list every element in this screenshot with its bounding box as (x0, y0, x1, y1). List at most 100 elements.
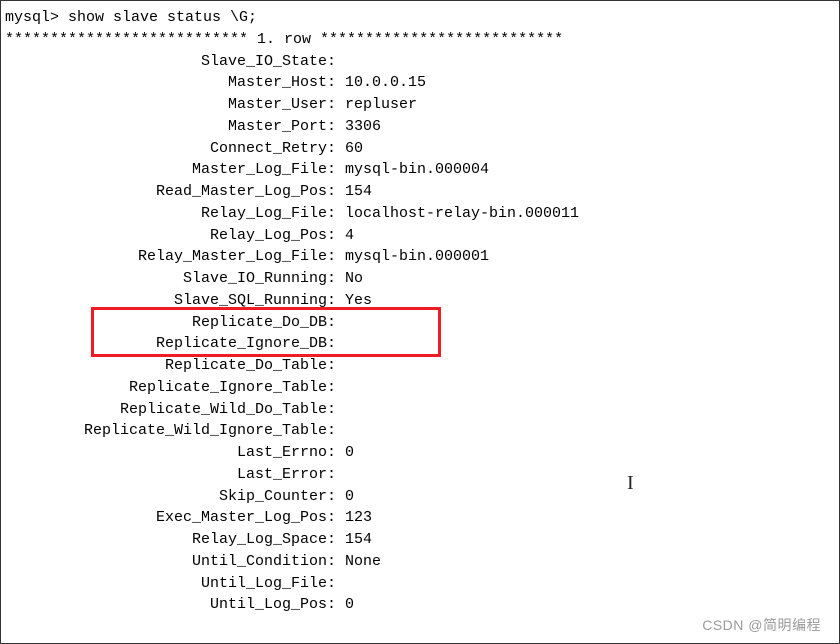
field-row: Relay_Master_Log_File: mysql-bin.000001 (1, 246, 839, 268)
field-separator: : (327, 507, 345, 529)
field-row: Skip_Counter: 0 (1, 486, 839, 508)
field-separator: : (327, 529, 345, 551)
field-separator: : (327, 355, 345, 377)
field-row: Slave_IO_State: (1, 51, 839, 73)
field-value: 154 (345, 529, 839, 551)
watermark: CSDN @简明编程 (702, 615, 821, 635)
field-value: 0 (345, 594, 839, 616)
field-separator: : (327, 181, 345, 203)
field-key: Skip_Counter (5, 486, 327, 508)
field-row: Master_Port: 3306 (1, 116, 839, 138)
field-value: 10.0.0.15 (345, 72, 839, 94)
field-key: Master_Port (5, 116, 327, 138)
field-key: Until_Log_Pos (5, 594, 327, 616)
field-key: Replicate_Wild_Ignore_Table (5, 420, 327, 442)
field-separator: : (327, 377, 345, 399)
field-row: Read_Master_Log_Pos: 154 (1, 181, 839, 203)
terminal-prompt: mysql> show slave status \G; (1, 7, 839, 29)
field-value (345, 573, 839, 595)
field-value: 0 (345, 442, 839, 464)
field-value: None (345, 551, 839, 573)
field-separator: : (327, 486, 345, 508)
field-separator: : (327, 464, 345, 486)
field-value: 4 (345, 225, 839, 247)
field-row: Relay_Log_Pos: 4 (1, 225, 839, 247)
field-row: Replicate_Wild_Do_Table: (1, 399, 839, 421)
field-separator: : (327, 51, 345, 73)
field-row: Until_Log_File: (1, 573, 839, 595)
row-header: *************************** 1. row *****… (1, 29, 839, 51)
field-row: Exec_Master_Log_Pos: 123 (1, 507, 839, 529)
field-key: Until_Condition (5, 551, 327, 573)
field-value: No (345, 268, 839, 290)
field-separator: : (327, 290, 345, 312)
field-separator: : (327, 225, 345, 247)
field-value: 60 (345, 138, 839, 160)
field-row: Last_Errno: 0 (1, 442, 839, 464)
field-value (345, 399, 839, 421)
field-row: Replicate_Ignore_DB: (1, 333, 839, 355)
field-value: repluser (345, 94, 839, 116)
field-value (345, 464, 839, 486)
field-key: Slave_IO_Running (5, 268, 327, 290)
field-key: Slave_IO_State (5, 51, 327, 73)
field-row: Relay_Log_File: localhost-relay-bin.0000… (1, 203, 839, 225)
field-row: Last_Error: (1, 464, 839, 486)
field-key: Last_Error (5, 464, 327, 486)
field-key: Exec_Master_Log_Pos (5, 507, 327, 529)
field-value: 3306 (345, 116, 839, 138)
field-row: Replicate_Do_DB: (1, 312, 839, 334)
field-value (345, 420, 839, 442)
field-row: Replicate_Do_Table: (1, 355, 839, 377)
field-value (345, 333, 839, 355)
status-fields: Slave_IO_State: Master_Host: 10.0.0.15Ma… (1, 51, 839, 617)
field-separator: : (327, 246, 345, 268)
field-row: Until_Condition: None (1, 551, 839, 573)
field-row: Master_User: repluser (1, 94, 839, 116)
field-row: Replicate_Wild_Ignore_Table: (1, 420, 839, 442)
field-key: Master_Log_File (5, 159, 327, 181)
field-value: 154 (345, 181, 839, 203)
field-value: Yes (345, 290, 839, 312)
field-separator: : (327, 72, 345, 94)
field-key: Slave_SQL_Running (5, 290, 327, 312)
field-key: Replicate_Ignore_Table (5, 377, 327, 399)
field-value: mysql-bin.000001 (345, 246, 839, 268)
field-value (345, 355, 839, 377)
field-separator: : (327, 159, 345, 181)
field-key: Relay_Log_File (5, 203, 327, 225)
field-value (345, 312, 839, 334)
field-key: Replicate_Ignore_DB (5, 333, 327, 355)
field-separator: : (327, 573, 345, 595)
field-row: Slave_IO_Running: No (1, 268, 839, 290)
field-separator: : (327, 442, 345, 464)
field-value (345, 51, 839, 73)
field-key: Until_Log_File (5, 573, 327, 595)
field-key: Master_User (5, 94, 327, 116)
field-value: mysql-bin.000004 (345, 159, 839, 181)
field-key: Relay_Master_Log_File (5, 246, 327, 268)
field-key: Replicate_Wild_Do_Table (5, 399, 327, 421)
field-key: Relay_Log_Space (5, 529, 327, 551)
field-separator: : (327, 312, 345, 334)
field-separator: : (327, 138, 345, 160)
field-separator: : (327, 94, 345, 116)
field-row: Master_Host: 10.0.0.15 (1, 72, 839, 94)
field-row: Connect_Retry: 60 (1, 138, 839, 160)
field-separator: : (327, 594, 345, 616)
field-value: 123 (345, 507, 839, 529)
field-separator: : (327, 203, 345, 225)
field-row: Until_Log_Pos: 0 (1, 594, 839, 616)
field-row: Slave_SQL_Running: Yes (1, 290, 839, 312)
field-key: Relay_Log_Pos (5, 225, 327, 247)
field-key: Connect_Retry (5, 138, 327, 160)
field-key: Master_Host (5, 72, 327, 94)
field-separator: : (327, 333, 345, 355)
field-key: Read_Master_Log_Pos (5, 181, 327, 203)
field-value: 0 (345, 486, 839, 508)
field-value: localhost-relay-bin.000011 (345, 203, 839, 225)
field-key: Replicate_Do_Table (5, 355, 327, 377)
field-key: Last_Errno (5, 442, 327, 464)
field-row: Master_Log_File: mysql-bin.000004 (1, 159, 839, 181)
field-separator: : (327, 420, 345, 442)
